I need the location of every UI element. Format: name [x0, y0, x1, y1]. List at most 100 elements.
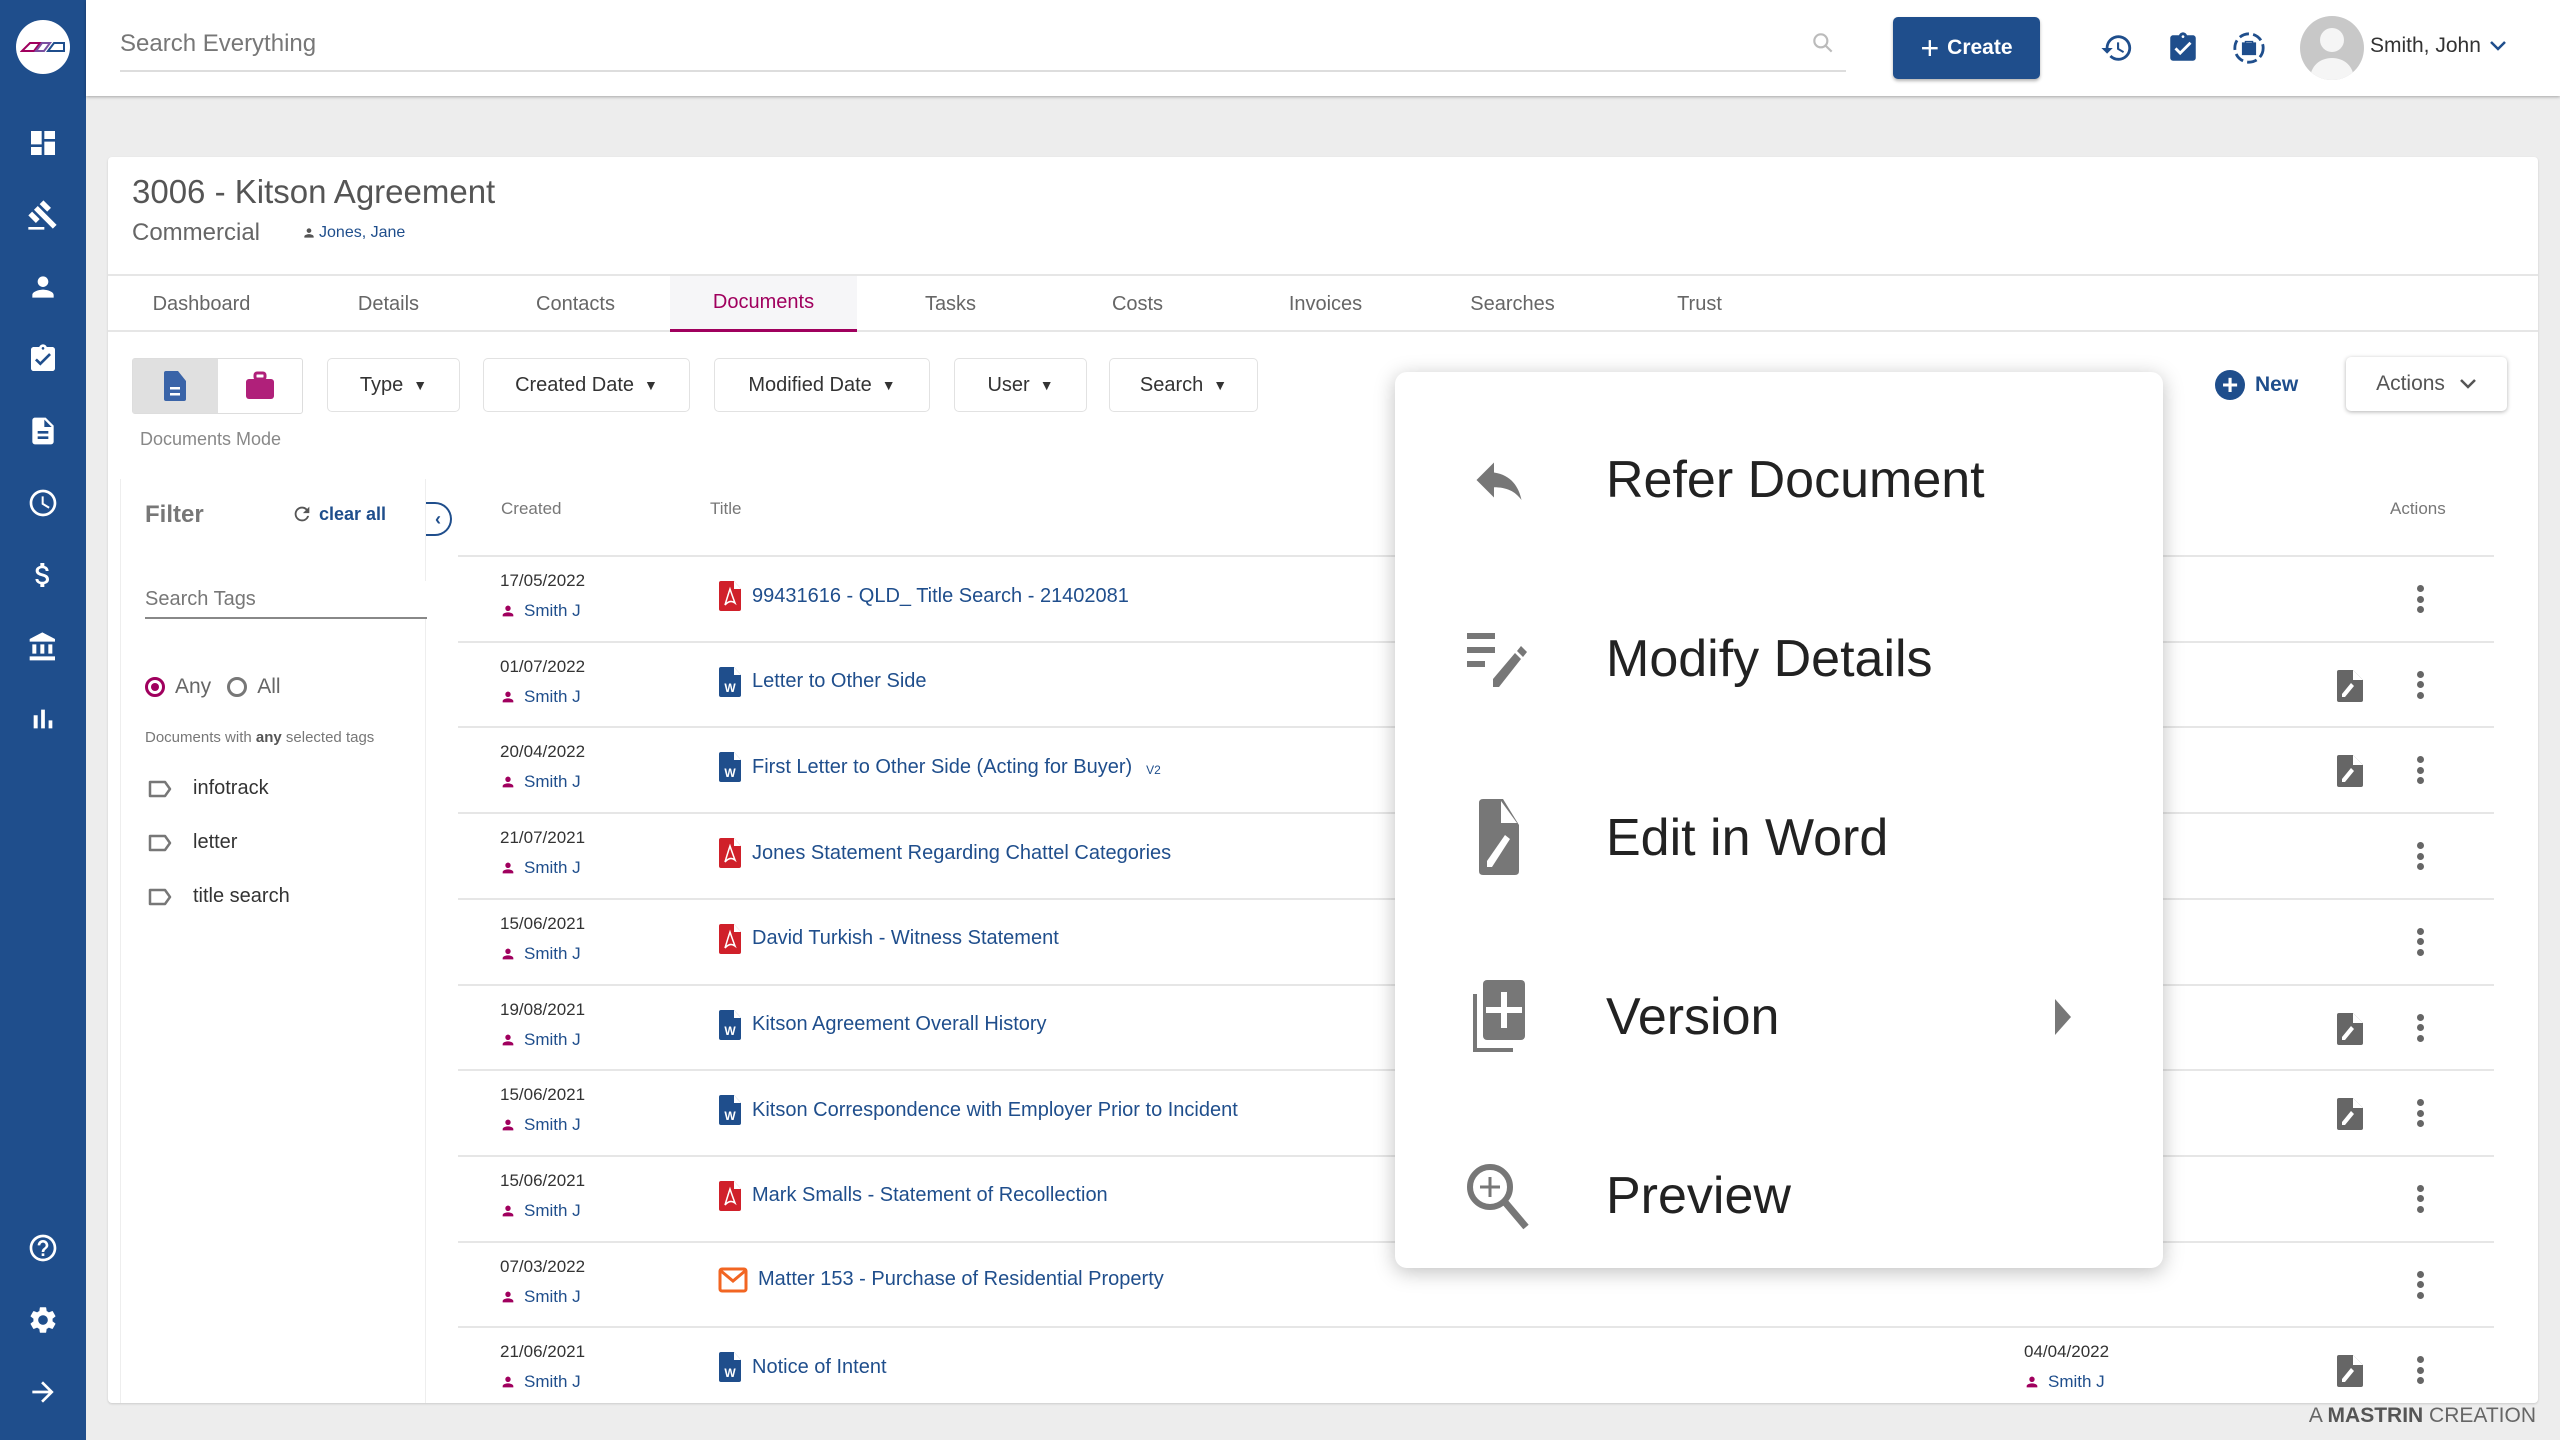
radio-any[interactable] [145, 677, 165, 697]
create-button[interactable]: + Create [1893, 17, 2040, 79]
actions-dropdown[interactable]: Actions [2346, 357, 2507, 411]
table-row[interactable]: 21/06/2021 Smith J W Notice of Intent 04/04/… [458, 1326, 2494, 1403]
matters-mode-button[interactable] [218, 359, 303, 413]
sidebar-item-settings[interactable] [0, 1295, 86, 1345]
more-options-button[interactable] [2408, 1352, 2432, 1388]
tag-search-input[interactable] [145, 581, 427, 619]
sidebar-item-documents[interactable] [0, 406, 86, 456]
refresh-icon [294, 506, 310, 522]
document-title-link[interactable]: David Turkish - Witness Statement [718, 923, 1059, 954]
clear-all-label: clear all [319, 503, 387, 524]
document-title-link[interactable]: W Notice of Intent [718, 1352, 887, 1383]
created-by-link[interactable]: Smith J [500, 944, 581, 964]
created-by-link[interactable]: Smith J [500, 601, 581, 621]
more-options-button[interactable] [2408, 838, 2432, 874]
menu-item-refer-document[interactable]: Refer Document [1395, 400, 2163, 560]
sidebar-item-reports[interactable] [0, 694, 86, 744]
edit-in-word-button[interactable] [2336, 1012, 2364, 1051]
matter-owner-link[interactable]: Jones, Jane [302, 224, 405, 242]
modified-by-link[interactable]: Smith J [2024, 1372, 2105, 1392]
more-options-button[interactable] [2408, 1267, 2432, 1303]
created-by-link[interactable]: Smith J [500, 1201, 581, 1221]
search-icon[interactable] [1810, 30, 1836, 56]
dollar-icon [35, 563, 49, 587]
edit-in-word-button[interactable] [2336, 669, 2364, 708]
tab-searches[interactable]: Searches [1419, 276, 1606, 332]
created-by-link[interactable]: Smith J [500, 1287, 581, 1307]
radio-all[interactable] [227, 677, 248, 697]
more-options-button[interactable] [2408, 752, 2432, 788]
document-title-link[interactable]: W First Letter to Other Side (Acting for … [718, 752, 1161, 783]
tab-trust[interactable]: Trust [1606, 276, 1793, 332]
edit-in-word-button[interactable] [2336, 754, 2364, 793]
tab-documents[interactable]: Documents [670, 276, 857, 332]
created-by-link[interactable]: Smith J [500, 1115, 581, 1135]
created-by-link[interactable]: Smith J [500, 687, 581, 707]
new-document-button[interactable]: + New [2215, 370, 2298, 400]
sidebar-item-billing[interactable] [0, 550, 86, 600]
more-options-button[interactable] [2408, 1095, 2432, 1131]
menu-item-version[interactable]: Version [1395, 937, 2163, 1097]
created-date: 07/03/2022 [500, 1256, 586, 1276]
edit-in-word-button[interactable] [2336, 1354, 2364, 1393]
documents-mode-button[interactable] [133, 359, 218, 413]
document-icon [32, 417, 54, 445]
document-title-link[interactable]: W Kitson Correspondence with Employer Pri… [718, 1095, 1238, 1126]
user-menu[interactable]: Smith, John [2370, 34, 2507, 58]
global-search-input[interactable] [120, 22, 1846, 66]
tab-dashboard[interactable]: Dashboard [108, 276, 295, 332]
matters-button[interactable] [2229, 28, 2269, 68]
sidebar-item-trust[interactable] [0, 622, 86, 672]
created-by-link[interactable]: Smith J [500, 1030, 581, 1050]
more-options-button[interactable] [2408, 1181, 2432, 1217]
tag-item[interactable]: title search [147, 885, 290, 908]
tasks-button[interactable] [2163, 28, 2203, 68]
tag-item[interactable]: letter [147, 831, 237, 854]
menu-item-modify-details[interactable]: Modify Details [1395, 579, 2163, 739]
user-avatar[interactable] [2300, 16, 2364, 80]
document-title-link[interactable]: Matter 153 - Purchase of Residential Pro… [718, 1267, 1164, 1293]
document-title-link[interactable]: W Kitson Agreement Overall History [718, 1009, 1047, 1040]
tag-item[interactable]: infotrack [147, 777, 269, 800]
column-header-created[interactable]: Created [501, 499, 561, 519]
collapse-filter-button[interactable]: ‹ [426, 502, 452, 536]
tab-details[interactable]: Details [295, 276, 482, 332]
search-filter-dropdown[interactable]: Search ▼ [1109, 358, 1258, 412]
modified-date-filter-dropdown[interactable]: Modified Date ▼ [714, 358, 930, 412]
document-title: Kitson Correspondence with Employer Prio… [752, 1098, 1238, 1121]
sidebar-expand[interactable] [0, 1367, 86, 1417]
sidebar-item-dashboard[interactable] [0, 118, 86, 168]
edit-in-word-button[interactable] [2336, 1097, 2364, 1136]
document-title-link[interactable]: W Letter to Other Side [718, 666, 927, 697]
sidebar-item-tasks[interactable] [0, 334, 86, 384]
created-by-link[interactable]: Smith J [500, 858, 581, 878]
tab-tasks[interactable]: Tasks [857, 276, 1044, 332]
sidebar-item-help[interactable] [0, 1223, 86, 1273]
more-options-button[interactable] [2408, 667, 2432, 703]
sidebar-item-contacts[interactable] [0, 262, 86, 312]
history-button[interactable] [2097, 28, 2137, 68]
column-header-title[interactable]: Title [710, 499, 742, 519]
document-title-link[interactable]: 99431616 - QLD_ Title Search - 21402081 [718, 581, 1129, 611]
created-date-filter-dropdown[interactable]: Created Date ▼ [483, 358, 690, 412]
app-logo[interactable] [16, 20, 70, 74]
more-options-button[interactable] [2408, 924, 2432, 960]
document-title-link[interactable]: Jones Statement Regarding Chattel Catego… [718, 838, 1171, 869]
tab-invoices[interactable]: Invoices [1232, 276, 1419, 332]
menu-item-preview[interactable]: Preview [1395, 1116, 2163, 1276]
radio-all-label: All [257, 675, 281, 698]
sidebar-item-matters[interactable] [0, 190, 86, 240]
clear-all-button[interactable]: clear all [291, 503, 386, 525]
user-filter-dropdown[interactable]: User ▼ [954, 358, 1087, 412]
more-options-button[interactable] [2408, 1010, 2432, 1046]
document-title-link[interactable]: Mark Smalls - Statement of Recollection [718, 1180, 1108, 1211]
tab-costs[interactable]: Costs [1044, 276, 1231, 332]
type-filter-dropdown[interactable]: Type ▼ [327, 358, 460, 412]
created-by-link[interactable]: Smith J [500, 1372, 581, 1392]
sidebar-item-time[interactable] [0, 478, 86, 528]
more-options-button[interactable] [2408, 581, 2432, 617]
caret-down-icon: ▼ [881, 377, 896, 393]
created-by-link[interactable]: Smith J [500, 772, 581, 792]
menu-item-edit-in-word[interactable]: Edit in Word [1395, 758, 2163, 918]
tab-contacts[interactable]: Contacts [482, 276, 669, 332]
